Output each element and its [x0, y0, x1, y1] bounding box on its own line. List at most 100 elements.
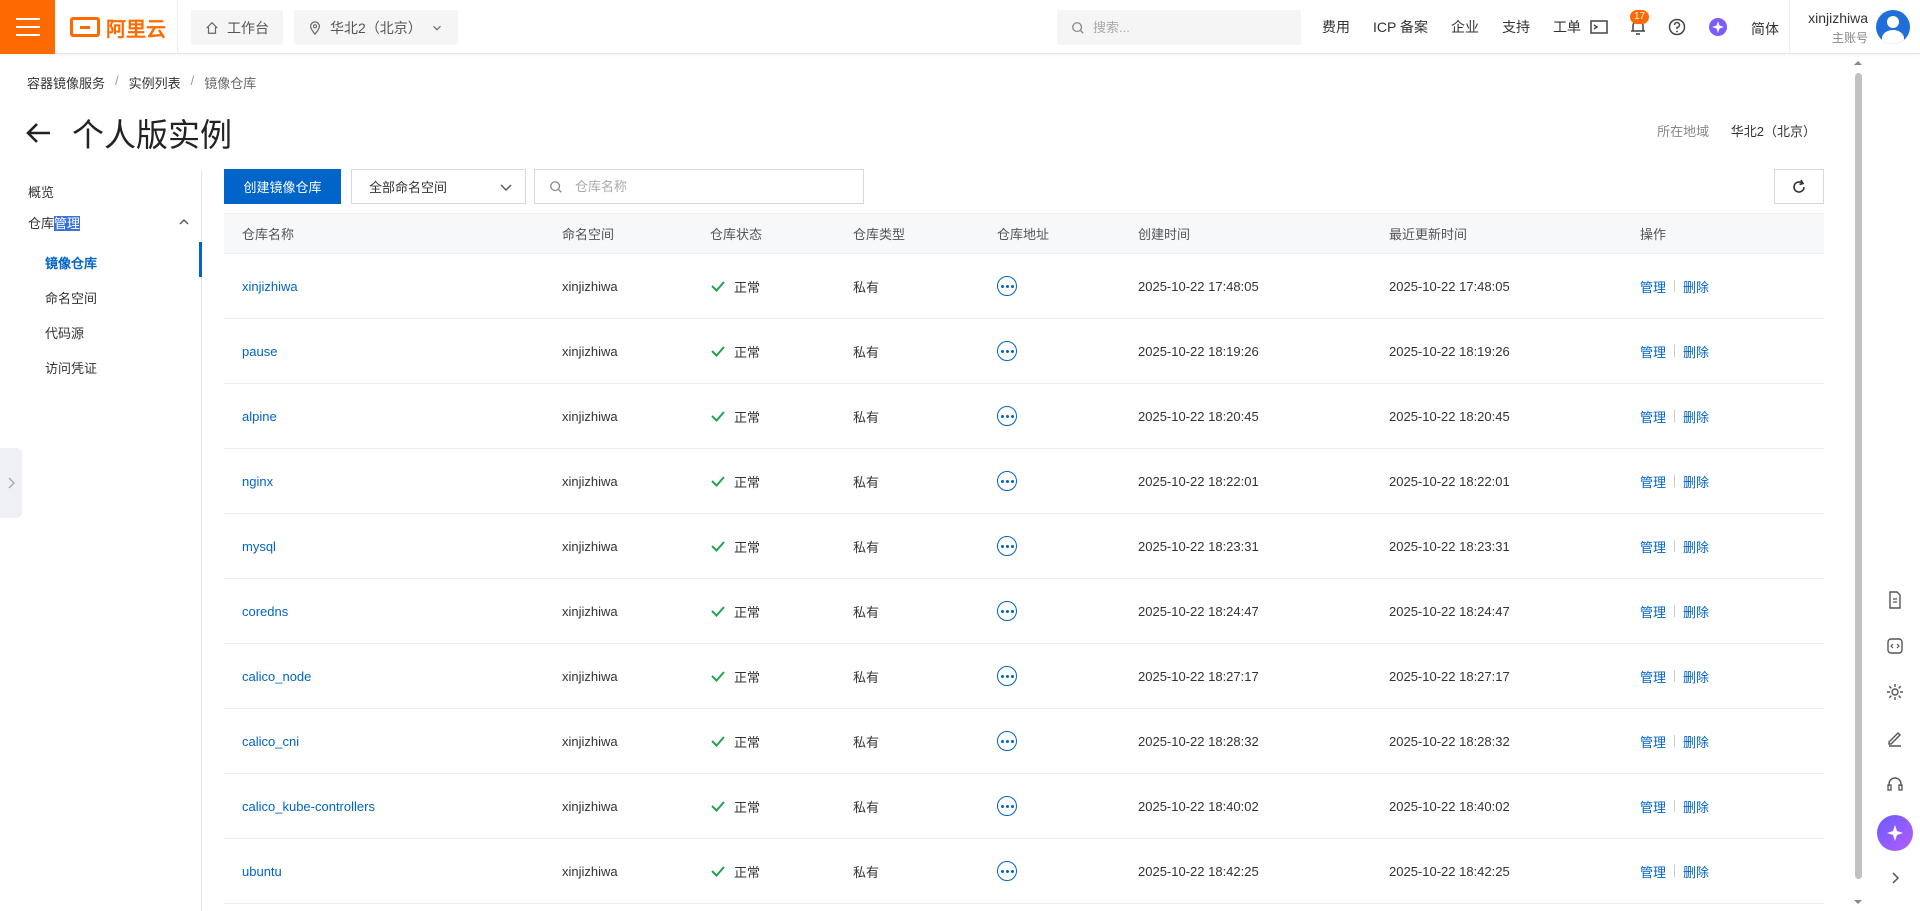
- table-body: xinjizhiwa xinjizhiwa 正常 私有 2025-10-22 1…: [224, 254, 1824, 904]
- scroll-down-icon[interactable]: [1853, 897, 1863, 907]
- column-header: 仓库地址: [997, 227, 1050, 242]
- repo-namespace: xinjizhiwa: [562, 668, 618, 684]
- manage-link[interactable]: 管理: [1640, 407, 1666, 426]
- delete-link[interactable]: 删除: [1683, 407, 1709, 426]
- chevron-right-icon[interactable]: [1885, 868, 1905, 888]
- breadcrumb-item[interactable]: 实例列表: [129, 73, 181, 92]
- more-dots-icon[interactable]: [997, 406, 1017, 426]
- column-header: 仓库类型: [853, 227, 906, 242]
- nav-ticket[interactable]: 工单: [1553, 17, 1581, 37]
- more-dots-icon[interactable]: [997, 341, 1017, 361]
- user-info[interactable]: xinjizhiwa 主账号: [1800, 10, 1868, 46]
- create-repo-button[interactable]: 创建镜像仓库: [224, 169, 341, 204]
- headset-icon[interactable]: [1885, 774, 1905, 794]
- manage-link[interactable]: 管理: [1640, 277, 1666, 296]
- more-dots-icon[interactable]: [997, 861, 1017, 881]
- repo-actions: 管理 删除: [1640, 319, 1709, 383]
- repo-name-link[interactable]: calico_kube-controllers: [242, 774, 375, 838]
- manage-link[interactable]: 管理: [1640, 667, 1666, 686]
- scroll-up-icon[interactable]: [1853, 58, 1863, 68]
- more-dots-icon[interactable]: [997, 601, 1017, 621]
- repo-name-link[interactable]: coredns: [242, 579, 288, 643]
- delete-link[interactable]: 删除: [1683, 342, 1709, 361]
- region-selector[interactable]: 华北2（北京）: [294, 10, 458, 45]
- document-icon[interactable]: [1885, 590, 1905, 610]
- delete-link[interactable]: 删除: [1683, 472, 1709, 491]
- repo-name-link[interactable]: mysql: [242, 514, 276, 578]
- repo-namespace: xinjizhiwa: [562, 278, 618, 294]
- delete-link[interactable]: 删除: [1683, 277, 1709, 296]
- action-divider: [1674, 735, 1676, 747]
- nav-enterprise[interactable]: 企业: [1451, 17, 1479, 37]
- back-arrow-icon[interactable]: [24, 118, 54, 148]
- sidebar-item-namespace[interactable]: 命名空间: [45, 288, 97, 307]
- sidebar-item-overview[interactable]: 概览: [28, 182, 54, 201]
- repo-name-link[interactable]: xinjizhiwa: [242, 254, 298, 318]
- repo-created-time: 2025-10-22 18:40:02: [1138, 798, 1259, 814]
- delete-link[interactable]: 删除: [1683, 797, 1709, 816]
- more-dots-icon[interactable]: [997, 471, 1017, 491]
- check-icon: [711, 866, 725, 877]
- language-switch[interactable]: 简体: [1751, 19, 1779, 39]
- repo-updated-time: 2025-10-22 18:23:31: [1389, 538, 1510, 554]
- manage-link[interactable]: 管理: [1640, 797, 1666, 816]
- manage-link[interactable]: 管理: [1640, 862, 1666, 881]
- manage-link[interactable]: 管理: [1640, 537, 1666, 556]
- edit-icon[interactable]: [1885, 728, 1905, 748]
- ai-assistant-icon[interactable]: [1708, 17, 1728, 37]
- more-dots-icon[interactable]: [997, 536, 1017, 556]
- manage-link[interactable]: 管理: [1640, 342, 1666, 361]
- repo-created-time: 2025-10-22 18:42:25: [1138, 863, 1259, 879]
- manage-link[interactable]: 管理: [1640, 732, 1666, 751]
- terminal-icon[interactable]: [1589, 17, 1609, 37]
- nav-fees[interactable]: 费用: [1322, 17, 1350, 37]
- repo-name-filter-input[interactable]: [575, 179, 855, 194]
- sidebar-item-code-source[interactable]: 代码源: [45, 323, 84, 342]
- avatar[interactable]: [1876, 10, 1910, 44]
- code-editor-icon[interactable]: [1885, 636, 1905, 656]
- delete-link[interactable]: 删除: [1683, 602, 1709, 621]
- repo-name-filter[interactable]: [534, 169, 864, 204]
- more-dots-icon[interactable]: [997, 731, 1017, 751]
- delete-link[interactable]: 删除: [1683, 667, 1709, 686]
- more-dots-icon[interactable]: [997, 796, 1017, 816]
- scrollbar-thumb[interactable]: [1855, 73, 1862, 879]
- table-row: coredns xinjizhiwa 正常 私有 2025-10-22 18:2…: [224, 579, 1824, 644]
- help-icon[interactable]: [1667, 17, 1687, 37]
- repo-name-link[interactable]: ubuntu: [242, 839, 282, 903]
- repo-name-link[interactable]: calico_node: [242, 644, 311, 708]
- repo-created-time: 2025-10-22 18:20:45: [1138, 408, 1259, 424]
- gear-icon[interactable]: [1885, 682, 1905, 702]
- global-search-input[interactable]: [1093, 20, 1283, 35]
- namespace-select[interactable]: 全部命名空间: [351, 169, 526, 204]
- repo-namespace: xinjizhiwa: [562, 538, 618, 554]
- repo-name-link[interactable]: nginx: [242, 449, 273, 513]
- sidebar-group-repo-management[interactable]: 仓库管理: [28, 210, 190, 234]
- more-dots-icon[interactable]: [997, 276, 1017, 296]
- delete-link[interactable]: 删除: [1683, 732, 1709, 751]
- sidebar-item-image-repo[interactable]: 镜像仓库: [45, 253, 97, 272]
- manage-link[interactable]: 管理: [1640, 472, 1666, 491]
- repo-name-link[interactable]: calico_cni: [242, 709, 299, 773]
- sidebar-expand-tab[interactable]: [0, 448, 22, 518]
- global-search[interactable]: [1057, 10, 1301, 45]
- brand-logo[interactable]: 阿里云: [70, 15, 166, 41]
- menu-icon[interactable]: [0, 0, 55, 54]
- repo-name-link[interactable]: pause: [242, 319, 277, 383]
- repo-name-link[interactable]: alpine: [242, 384, 277, 448]
- refresh-button[interactable]: [1774, 169, 1824, 204]
- more-dots-icon[interactable]: [997, 666, 1017, 686]
- sidebar-item-access-credential[interactable]: 访问凭证: [45, 358, 97, 377]
- nav-support[interactable]: 支持: [1502, 17, 1530, 37]
- breadcrumb-item[interactable]: 容器镜像服务: [27, 73, 105, 92]
- manage-link[interactable]: 管理: [1640, 602, 1666, 621]
- repo-updated-time: 2025-10-22 18:28:32: [1389, 733, 1510, 749]
- nav-icp[interactable]: ICP 备案: [1373, 17, 1428, 37]
- delete-link[interactable]: 删除: [1683, 537, 1709, 556]
- repo-actions: 管理 删除: [1640, 839, 1709, 903]
- delete-link[interactable]: 删除: [1683, 862, 1709, 881]
- workbench-button[interactable]: 工作台: [191, 10, 283, 45]
- ai-assistant-button[interactable]: [1877, 815, 1913, 851]
- repo-created-time: 2025-10-22 18:27:17: [1138, 668, 1259, 684]
- scrollbar[interactable]: [1853, 55, 1863, 911]
